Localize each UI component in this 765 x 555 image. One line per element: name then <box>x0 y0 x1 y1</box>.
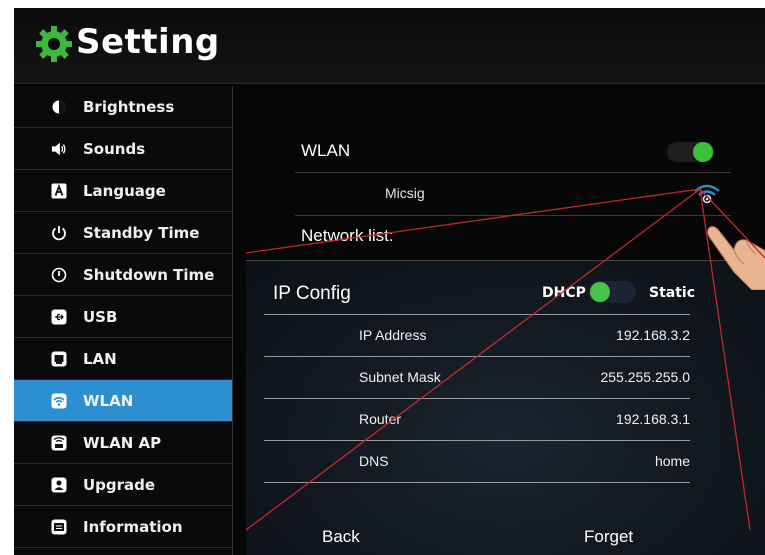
back-button[interactable]: Back <box>322 527 360 547</box>
sidebar-item-information[interactable]: Information <box>14 506 232 548</box>
wifi-signal-icon[interactable] <box>693 181 721 205</box>
network-list-header: Network list: <box>295 216 731 256</box>
network-list-label: Network list: <box>301 226 394 245</box>
sidebar-item-label: LAN <box>83 350 117 368</box>
subnet-mask-row[interactable]: Subnet Mask 255.255.255.0 <box>264 356 690 398</box>
wlan-ap-icon <box>51 435 67 451</box>
page-title: Setting <box>76 22 220 62</box>
sidebar: Brightness Sounds Language Standby Time … <box>14 86 233 555</box>
row-value: 192.168.3.1 <box>616 411 690 427</box>
static-label: Static <box>649 285 696 301</box>
pointing-hand <box>707 226 765 290</box>
dhcp-static-toggle[interactable] <box>588 281 636 303</box>
router-row[interactable]: Router 192.168.3.1 <box>264 398 690 440</box>
gear-icon <box>36 26 72 62</box>
wlan-label: WLAN <box>301 141 351 160</box>
sidebar-item-label: Sounds <box>83 140 146 158</box>
sidebar-item-label: USB <box>83 308 118 326</box>
information-icon <box>51 519 67 535</box>
row-label: DNS <box>359 453 389 469</box>
toggle-knob <box>693 142 713 162</box>
sidebar-item-brightness[interactable]: Brightness <box>14 86 232 128</box>
usb-icon <box>51 309 67 325</box>
wlan-toggle-row: WLAN <box>295 132 731 173</box>
forget-button[interactable]: Forget <box>584 527 633 547</box>
sidebar-item-shutdown-time[interactable]: Shutdown Time <box>14 254 232 296</box>
settings-screen: Setting Brightness Sounds Language Stand… <box>14 8 765 555</box>
dhcp-label: DHCP <box>542 285 586 301</box>
dialog-title: IP Config <box>273 283 351 304</box>
sidebar-item-language[interactable]: Language <box>14 170 232 212</box>
wifi-icon <box>51 393 67 409</box>
sidebar-item-label: WLAN <box>83 392 134 410</box>
sidebar-item-wlan-ap[interactable]: WLAN AP <box>14 422 232 464</box>
row-label: IP Address <box>359 327 427 343</box>
title-bar: Setting <box>14 8 765 84</box>
upgrade-icon <box>51 477 67 493</box>
row-value: home <box>654 453 690 469</box>
sidebar-item-lan[interactable]: LAN <box>14 338 232 380</box>
network-name: Micsig <box>385 185 425 201</box>
row-label: Subnet Mask <box>359 369 441 385</box>
sidebar-item-label: Shutdown Time <box>83 266 215 284</box>
power-icon <box>51 225 67 241</box>
sidebar-item-standby-time[interactable]: Standby Time <box>14 212 232 254</box>
sidebar-item-label: Information <box>83 518 183 536</box>
shutdown-icon <box>51 267 67 283</box>
sidebar-item-sounds[interactable]: Sounds <box>14 128 232 170</box>
dns-row[interactable]: DNS home <box>264 440 690 482</box>
sidebar-item-label: WLAN AP <box>83 434 162 452</box>
sidebar-item-usb[interactable]: USB <box>14 296 232 338</box>
language-icon <box>51 183 67 199</box>
speaker-icon <box>51 141 67 157</box>
ip-config-dialog: IP Config DHCP Static IP Address 192.168… <box>246 260 765 555</box>
sidebar-item-wlan[interactable]: WLAN <box>14 380 232 422</box>
sidebar-item-label: Brightness <box>83 98 175 116</box>
wlan-toggle[interactable] <box>667 142 715 162</box>
row-divider <box>264 482 690 483</box>
toggle-knob <box>590 282 610 302</box>
row-value: 192.168.3.2 <box>616 327 690 343</box>
sidebar-item-label: Upgrade <box>83 476 156 494</box>
sidebar-item-upgrade[interactable]: Upgrade <box>14 464 232 506</box>
sidebar-item-label: Standby Time <box>83 224 200 242</box>
sidebar-item-label: Language <box>83 182 166 200</box>
ip-address-row[interactable]: IP Address 192.168.3.2 <box>264 314 690 356</box>
row-value: 255.255.255.0 <box>600 369 690 385</box>
brightness-icon <box>51 99 67 115</box>
lan-icon <box>51 351 67 367</box>
row-label: Router <box>359 411 402 427</box>
connected-network-row[interactable]: Micsig <box>295 173 731 216</box>
